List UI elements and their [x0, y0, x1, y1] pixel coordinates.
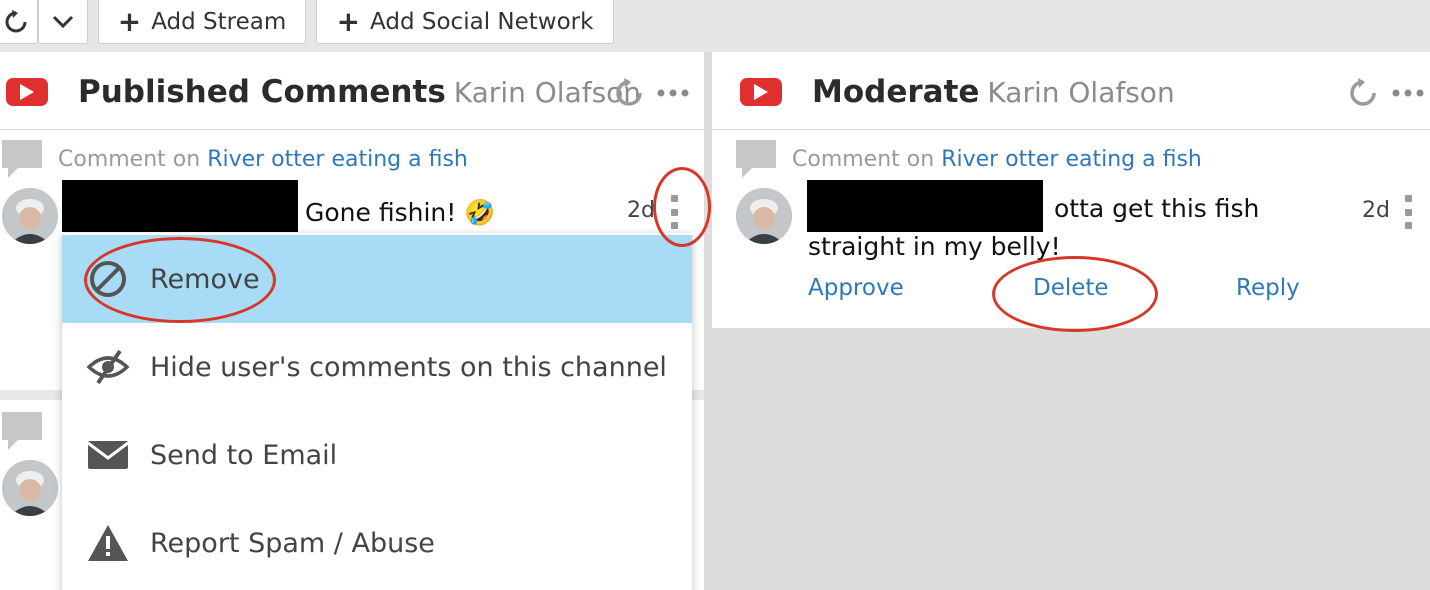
comment-age: 2d: [627, 198, 655, 223]
comment-bubble-icon: [736, 140, 776, 178]
stream-header: Published Comments Karin Olafson: [0, 52, 704, 130]
refresh-icon: [5, 9, 27, 32]
youtube-logo-icon: [6, 78, 48, 106]
add-social-network-button[interactable]: + Add Social Network: [316, 0, 614, 44]
add-stream-button[interactable]: + Add Stream: [98, 0, 306, 44]
comment-breadcrumb-prefix: Comment on: [58, 147, 201, 172]
annotation-circle: [84, 237, 276, 323]
stream-title-text: Published Comments: [78, 74, 446, 110]
stream-account: Karin Olafson: [987, 76, 1175, 109]
redacted-username: [807, 180, 1043, 232]
comment-text-line1: otta get this fish: [1054, 194, 1260, 223]
add-social-network-label: Add Social Network: [370, 8, 594, 35]
comment-text: Gone fishin! 🤣: [305, 198, 496, 227]
avatar[interactable]: [2, 188, 58, 244]
comment-breadcrumb: Comment on River otter eating a fish: [792, 147, 1202, 172]
avatar[interactable]: [736, 188, 792, 244]
menu-item-send-to-email[interactable]: Send to Email: [62, 411, 692, 499]
more-options-dropdown[interactable]: [38, 0, 88, 44]
menu-item-hide-user-comments[interactable]: Hide user's comments on this channel: [62, 323, 692, 411]
approve-button[interactable]: Approve: [808, 275, 904, 301]
menu-item-label: Send to Email: [150, 439, 338, 471]
warning-icon: [88, 525, 128, 561]
avatar[interactable]: [2, 460, 58, 516]
menu-item-report-spam[interactable]: Report Spam / Abuse: [62, 499, 692, 587]
comment-age: 2d: [1362, 198, 1390, 223]
video-link[interactable]: River otter eating a fish: [941, 147, 1202, 172]
annotation-circle: [653, 167, 711, 247]
reply-button[interactable]: Reply: [1236, 275, 1300, 301]
envelope-icon: [87, 441, 129, 469]
eye-slash-icon: [86, 349, 130, 385]
menu-item-label: Hide user's comments on this channel: [150, 351, 667, 383]
more-horizontal-icon[interactable]: [1392, 88, 1424, 98]
plus-icon: +: [117, 4, 142, 38]
refresh-icon[interactable]: [614, 78, 644, 108]
comment-bubble-icon: [2, 140, 42, 178]
redacted-username: [62, 180, 298, 232]
menu-item-label: Report Spam / Abuse: [150, 527, 435, 559]
comment-options-icon[interactable]: [1403, 195, 1413, 229]
comment-breadcrumb: Comment on River otter eating a fish: [58, 147, 468, 172]
refresh-icon[interactable]: [1348, 78, 1378, 108]
comment-text-line2: straight in my belly!: [808, 232, 1061, 261]
stream-title-text: Moderate: [812, 74, 980, 110]
top-toolbar: + Add Stream + Add Social Network: [0, 0, 1430, 52]
youtube-logo-icon: [740, 78, 782, 106]
plus-icon: +: [336, 4, 361, 38]
stream-title: Moderate Karin Olafson: [812, 74, 1175, 110]
stream-title: Published Comments Karin Olafson: [78, 74, 641, 110]
add-stream-label: Add Stream: [151, 8, 287, 35]
chevron-down-icon: [52, 15, 74, 28]
video-link[interactable]: River otter eating a fish: [207, 147, 468, 172]
more-horizontal-icon[interactable]: [657, 88, 689, 98]
annotation-circle: [992, 256, 1158, 332]
comment-breadcrumb-prefix: Comment on: [792, 147, 935, 172]
comment-bubble-icon: [2, 412, 42, 450]
refresh-all-button[interactable]: [0, 0, 38, 44]
stream-account: Karin Olafson: [453, 76, 642, 109]
stream-header: Moderate Karin Olafson: [712, 52, 1430, 130]
